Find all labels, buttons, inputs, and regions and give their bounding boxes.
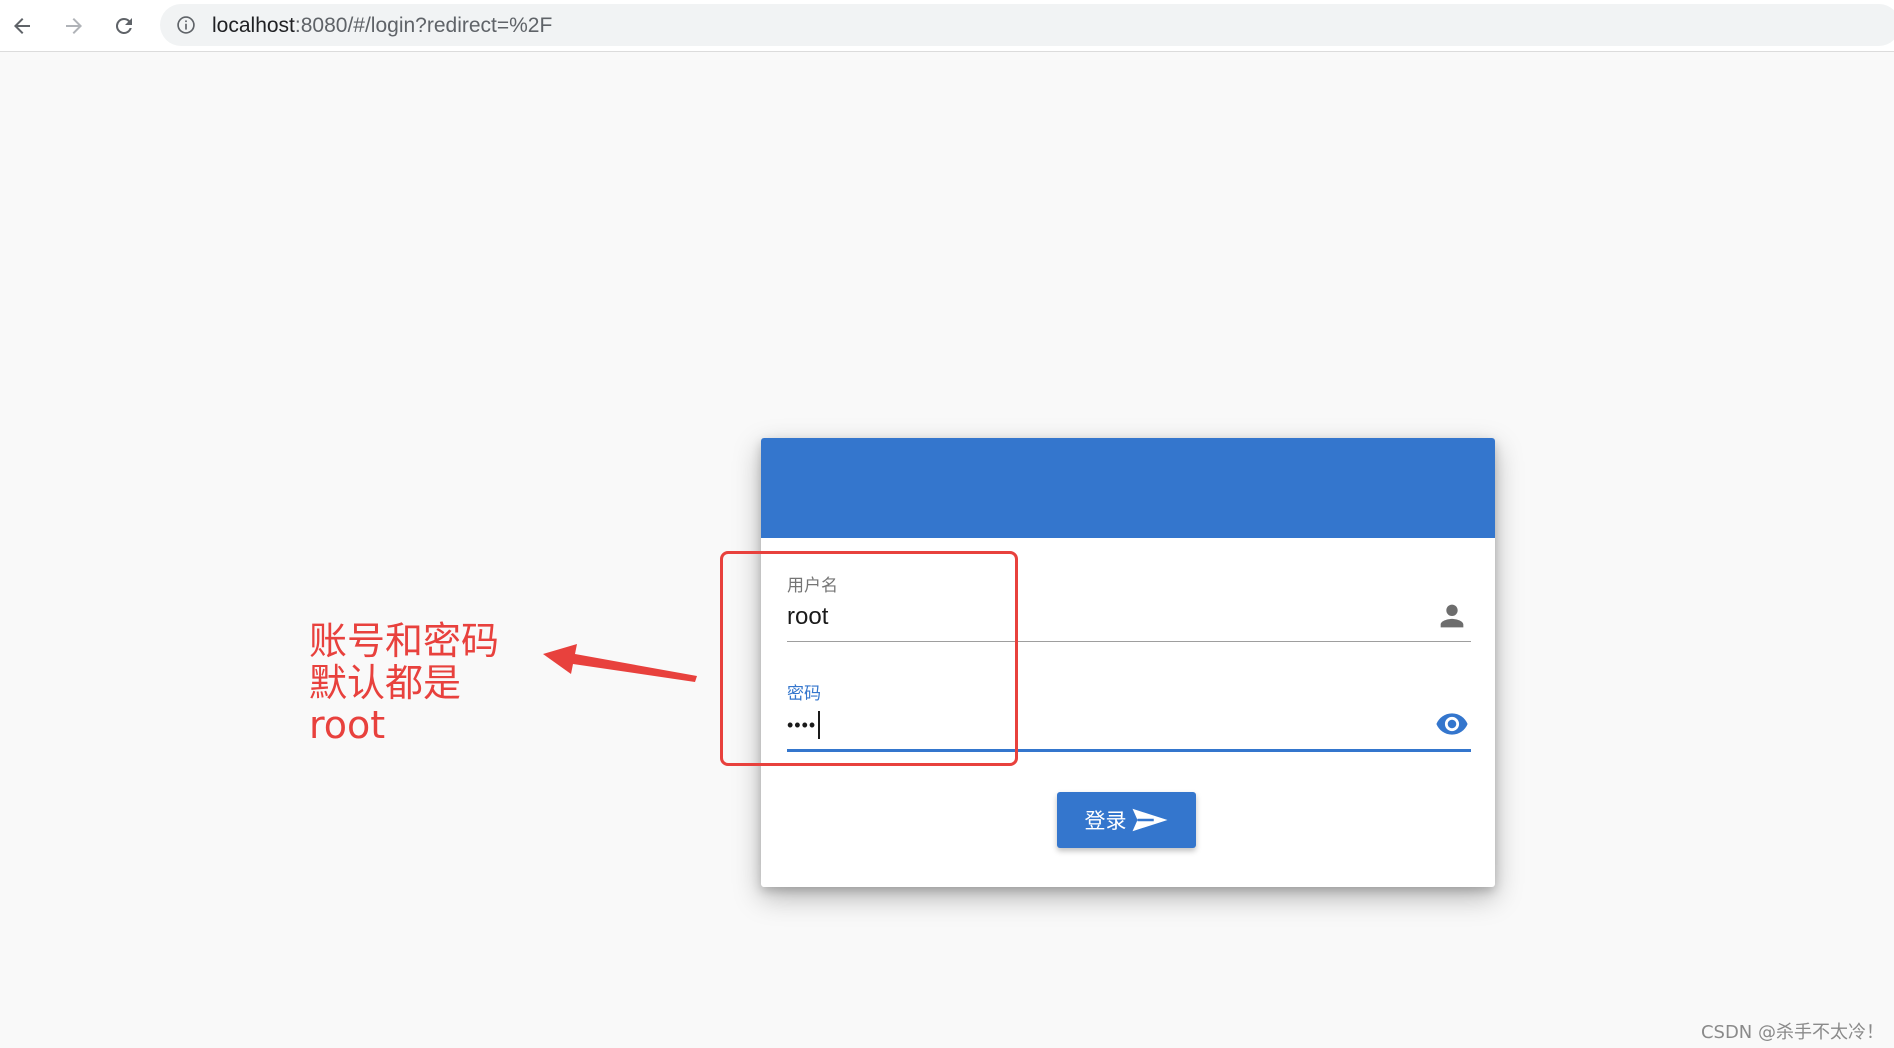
url-path: :8080/#/login?redirect=%2F xyxy=(294,14,553,37)
info-icon[interactable] xyxy=(176,15,196,35)
send-icon xyxy=(1132,808,1167,832)
forward-button[interactable] xyxy=(56,8,92,44)
login-button[interactable]: 登录 xyxy=(1057,792,1196,848)
person-icon xyxy=(1440,604,1464,628)
back-button[interactable] xyxy=(4,8,40,44)
reload-icon xyxy=(115,17,132,34)
url-host: localhost xyxy=(212,14,295,37)
url-text[interactable]: localhost:8080/#/login?redirect=%2F xyxy=(212,14,552,38)
card-header xyxy=(761,438,1495,538)
eye-icon[interactable] xyxy=(1435,707,1469,741)
address-bar[interactable]: localhost:8080/#/login?redirect=%2F xyxy=(160,4,1894,46)
back-arrow-icon xyxy=(14,18,30,34)
annotation-line-1: 账号和密码 xyxy=(309,619,500,663)
annotation-line-3: root xyxy=(309,703,386,747)
annotation-line-2: 默认都是 xyxy=(309,661,462,705)
highlight-box xyxy=(720,551,1018,766)
watermark: CSDN @杀手不太冷！ xyxy=(1700,1022,1884,1043)
forward-arrow-icon xyxy=(66,18,82,34)
annotation-arrow-icon xyxy=(543,644,697,682)
reload-button[interactable] xyxy=(106,8,142,44)
annotation-text: 账号和密码 默认都是 root xyxy=(309,620,499,746)
browser-toolbar: localhost:8080/#/login?redirect=%2F xyxy=(0,0,1894,52)
login-button-label: 登录 xyxy=(1084,809,1127,833)
